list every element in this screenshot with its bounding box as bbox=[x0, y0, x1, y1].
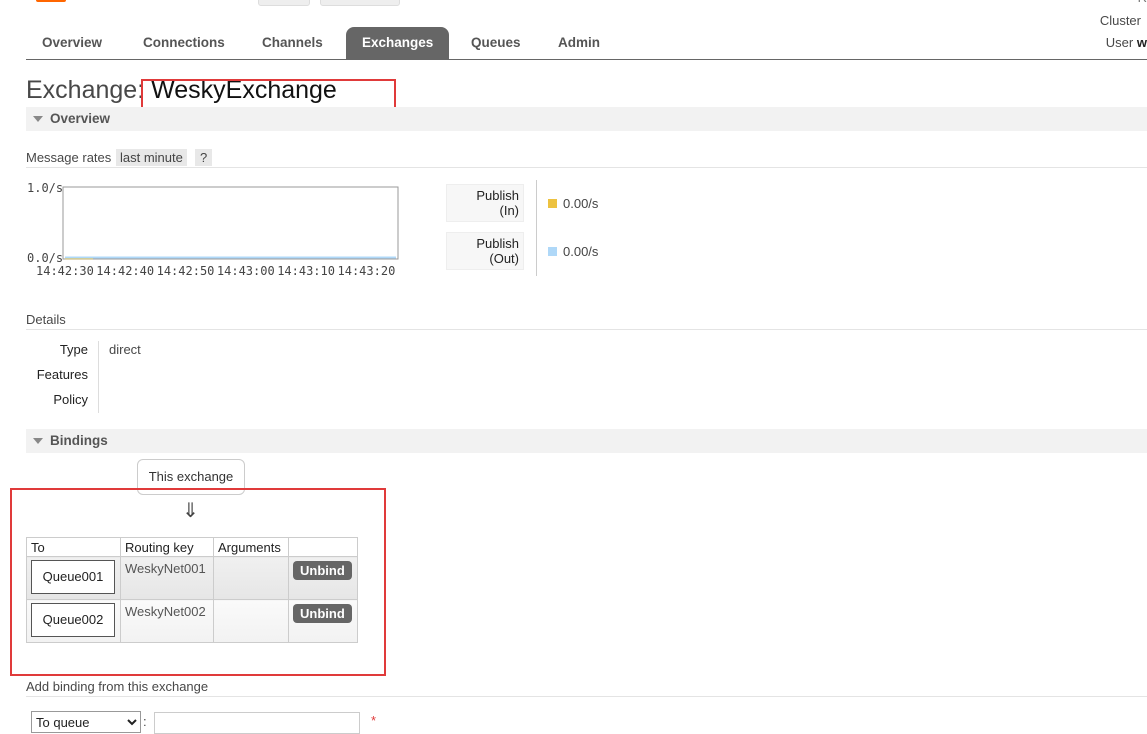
help-button[interactable]: ? bbox=[195, 149, 213, 166]
highlight-box-bindings bbox=[10, 488, 386, 676]
plot-area bbox=[62, 186, 399, 260]
destination-name-input[interactable] bbox=[154, 712, 360, 734]
tab-channels[interactable]: Channels bbox=[246, 27, 339, 59]
overview-section-header[interactable]: Overview bbox=[26, 107, 1147, 131]
x-tick-label: 14:42:30 bbox=[36, 264, 94, 278]
detail-policy-label: Policy bbox=[53, 392, 88, 407]
legend-divider bbox=[536, 180, 537, 276]
y-tick-label: 0.0/s bbox=[27, 251, 63, 265]
details-divider bbox=[98, 341, 99, 413]
required-mark: * bbox=[371, 713, 377, 728]
tab-admin[interactable]: Admin bbox=[542, 27, 616, 59]
details-label: Details bbox=[26, 312, 66, 327]
x-tick-label: 14:42:40 bbox=[96, 264, 154, 278]
message-rates-row: Message rates last minute ? bbox=[26, 149, 1147, 168]
swatch-icon bbox=[548, 199, 557, 208]
main-tabs: Overview Connections Channels Exchanges … bbox=[26, 27, 1147, 60]
add-binding-label: Add binding from this exchange bbox=[26, 679, 209, 694]
cluster-label: Cluster bbox=[1099, 13, 1141, 28]
tab-overview[interactable]: Overview bbox=[26, 27, 118, 59]
detail-features-label: Features bbox=[36, 367, 88, 382]
x-tick-label: 14:43:00 bbox=[217, 264, 275, 278]
message-rates-chart: 1.0/s0.0/s 14:42:30 14:42:40 14:42:50 14:43… bbox=[27, 181, 399, 278]
collapse-triangle-icon bbox=[33, 438, 43, 445]
swatch-icon bbox=[548, 247, 557, 256]
rate-range-selector[interactable]: last minute bbox=[116, 149, 187, 166]
add-binding-row: Add binding from this exchange bbox=[26, 679, 1147, 697]
x-tick-label: 14:42:50 bbox=[157, 264, 215, 278]
top-right-fragment: R bbox=[1138, 0, 1147, 5]
tab-exchanges[interactable]: Exchanges bbox=[346, 27, 449, 59]
tab-connections[interactable]: Connections bbox=[127, 27, 241, 59]
message-rates-label: Message rates bbox=[26, 150, 112, 165]
top-control-2[interactable] bbox=[320, 0, 400, 6]
y-tick-label: 1.0/s bbox=[27, 181, 63, 195]
logo bbox=[36, 0, 196, 4]
legend-publish-in: Publish (In) bbox=[446, 184, 524, 222]
details-row: Details bbox=[26, 312, 1147, 330]
bindings-section-header[interactable]: Bindings bbox=[26, 429, 1147, 453]
detail-type-value: direct bbox=[109, 342, 141, 357]
x-tick-label: 14:43:20 bbox=[338, 264, 396, 278]
x-tick-label: 14:43:10 bbox=[277, 264, 335, 278]
legend-publish-in-value: 0.00/s bbox=[548, 196, 598, 211]
top-control-1[interactable] bbox=[258, 0, 310, 6]
legend-publish-out-value: 0.00/s bbox=[548, 244, 598, 259]
destination-type-select[interactable]: To queue bbox=[31, 711, 141, 733]
collapse-triangle-icon bbox=[33, 116, 43, 123]
tab-queues[interactable]: Queues bbox=[455, 27, 537, 59]
legend-publish-out: Publish (Out) bbox=[446, 232, 524, 270]
detail-type-label: Type bbox=[59, 342, 88, 357]
